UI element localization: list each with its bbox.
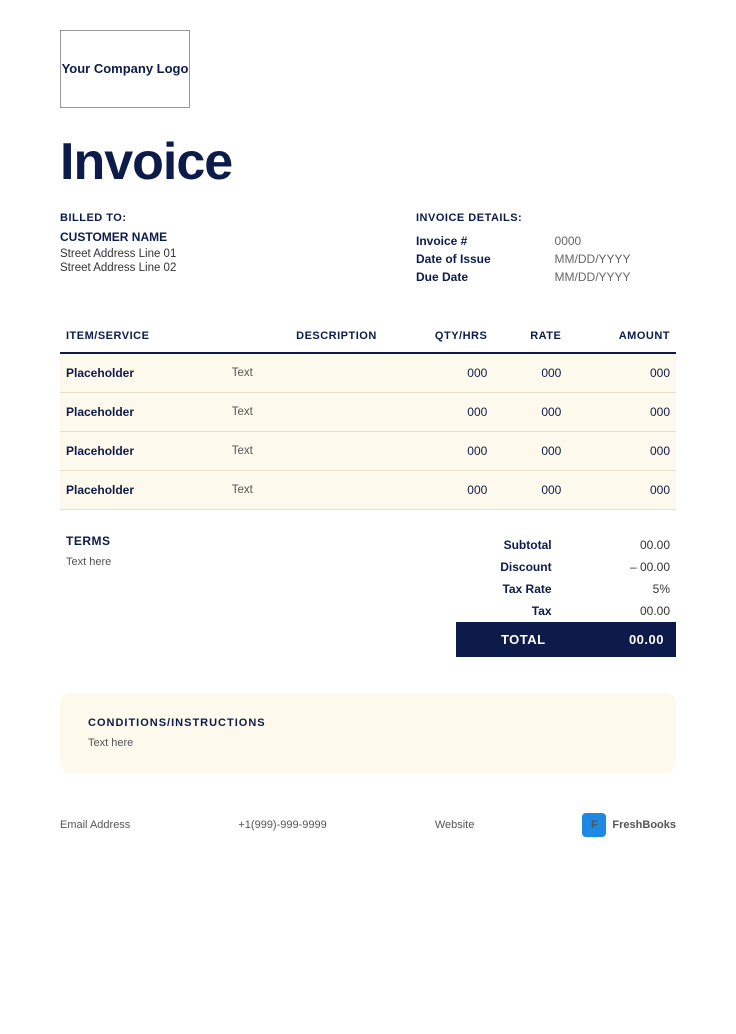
col-header-rate: RATE [493, 322, 567, 353]
address-line-2: Street Address Line 02 [60, 262, 176, 274]
tax-rate-row: Tax Rate 5% [456, 578, 676, 600]
freshbooks-icon-letter: F [591, 819, 598, 831]
footer-email: Email Address [60, 819, 130, 831]
conditions-box: CONDITIONS/INSTRUCTIONS Text here [60, 693, 676, 773]
invoice-details-label: INVOICE DETAILS: [416, 212, 676, 224]
conditions-label: CONDITIONS/INSTRUCTIONS [88, 717, 648, 729]
footer: Email Address +1(999)-999-9999 Website F… [60, 805, 676, 837]
address-line-1: Street Address Line 01 [60, 248, 176, 260]
subtotal-label: Subtotal [456, 534, 558, 556]
terms-block: TERMS Text here [60, 534, 111, 657]
detail-value: MM/DD/YYYY [555, 250, 676, 268]
table-row: Placeholder Text 000 000 000 [60, 353, 676, 393]
detail-key: Date of Issue [416, 250, 555, 268]
billed-to-block: BILLED TO: CUSTOMER NAME Street Address … [60, 212, 176, 286]
tax-rate-label: Tax Rate [456, 578, 558, 600]
item-qty: 000 [383, 471, 494, 510]
item-description: Text [224, 393, 383, 432]
discount-label: Discount [456, 556, 558, 578]
item-amount: 000 [567, 353, 676, 393]
invoice-detail-row: Due DateMM/DD/YYYY [416, 268, 676, 286]
tax-rate-value: 5% [558, 578, 676, 600]
freshbooks-brand-name: FreshBooks [612, 819, 676, 831]
totals-block: Subtotal 00.00 Discount – 00.00 Tax Rate… [456, 534, 676, 657]
item-qty: 000 [383, 353, 494, 393]
item-description: Text [224, 353, 383, 393]
subtotal-value: 00.00 [558, 534, 676, 556]
col-header-amount: AMOUNT [567, 322, 676, 353]
tax-row: Tax 00.00 [456, 600, 676, 622]
table-row: Placeholder Text 000 000 000 [60, 471, 676, 510]
invoice-details-block: INVOICE DETAILS: Invoice #0000Date of Is… [416, 212, 676, 286]
item-qty: 000 [383, 432, 494, 471]
company-logo: Your Company Logo [60, 30, 190, 108]
item-rate: 000 [493, 393, 567, 432]
subtotal-row: Subtotal 00.00 [456, 534, 676, 556]
invoice-detail-row: Invoice #0000 [416, 232, 676, 250]
item-qty: 000 [383, 393, 494, 432]
summary-section: TERMS Text here Subtotal 00.00 Discount … [60, 534, 676, 657]
item-rate: 000 [493, 432, 567, 471]
item-name: Placeholder [60, 471, 224, 510]
tax-label: Tax [456, 600, 558, 622]
item-description: Text [224, 432, 383, 471]
footer-phone: +1(999)-999-9999 [238, 819, 326, 831]
detail-key: Invoice # [416, 232, 555, 250]
freshbooks-icon: F [582, 813, 606, 837]
col-header-desc: DESCRIPTION [224, 322, 383, 353]
item-rate: 000 [493, 471, 567, 510]
item-amount: 000 [567, 393, 676, 432]
conditions-text: Text here [88, 737, 648, 749]
billing-section: BILLED TO: CUSTOMER NAME Street Address … [60, 212, 676, 286]
logo-text: Your Company Logo [62, 61, 189, 78]
discount-row: Discount – 00.00 [456, 556, 676, 578]
terms-text: Text here [66, 556, 111, 568]
terms-label: TERMS [66, 534, 111, 548]
invoice-detail-row: Date of IssueMM/DD/YYYY [416, 250, 676, 268]
customer-name: CUSTOMER NAME [60, 230, 176, 244]
total-value: 00.00 [558, 622, 676, 657]
col-header-item: ITEM/SERVICE [60, 322, 224, 353]
total-row: TOTAL 00.00 [456, 622, 676, 657]
tax-value: 00.00 [558, 600, 676, 622]
items-table: ITEM/SERVICE DESCRIPTION QTY/HRS RATE AM… [60, 322, 676, 510]
item-name: Placeholder [60, 432, 224, 471]
table-row: Placeholder Text 000 000 000 [60, 393, 676, 432]
item-name: Placeholder [60, 353, 224, 393]
total-label: TOTAL [456, 622, 558, 657]
item-amount: 000 [567, 471, 676, 510]
footer-website: Website [435, 819, 475, 831]
detail-value: MM/DD/YYYY [555, 268, 676, 286]
invoice-page: Your Company Logo Invoice BILLED TO: CUS… [0, 0, 736, 1034]
table-row: Placeholder Text 000 000 000 [60, 432, 676, 471]
invoice-title: Invoice [60, 132, 676, 192]
item-name: Placeholder [60, 393, 224, 432]
freshbooks-logo: F FreshBooks [582, 813, 676, 837]
detail-key: Due Date [416, 268, 555, 286]
item-rate: 000 [493, 353, 567, 393]
item-description: Text [224, 471, 383, 510]
detail-value: 0000 [555, 232, 676, 250]
billed-to-label: BILLED TO: [60, 212, 176, 224]
item-amount: 000 [567, 432, 676, 471]
discount-value: – 00.00 [558, 556, 676, 578]
col-header-qty: QTY/HRS [383, 322, 494, 353]
